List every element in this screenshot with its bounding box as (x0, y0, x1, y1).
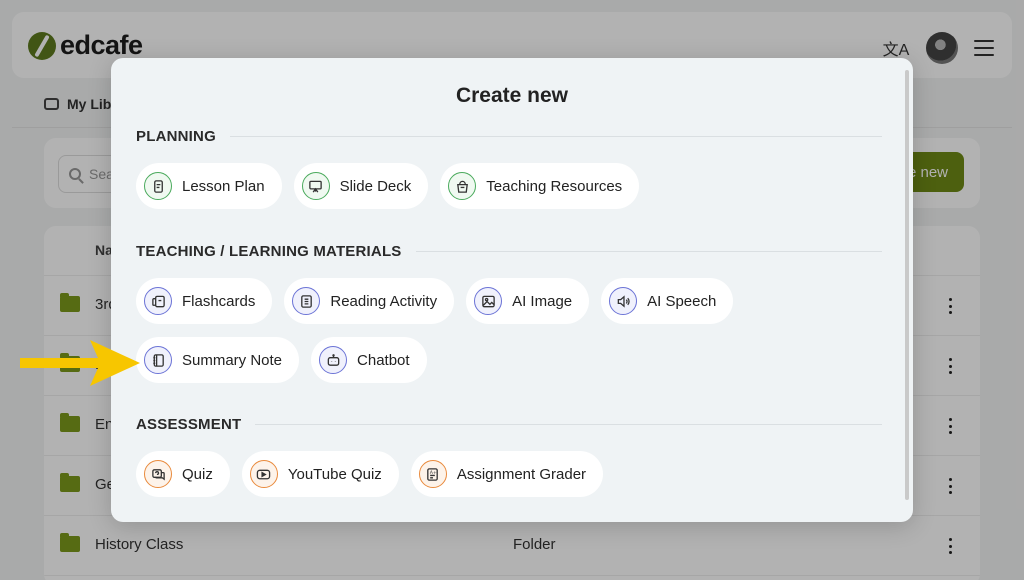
option-reading-activity[interactable]: Reading Activity (284, 278, 455, 324)
option-slide-deck[interactable]: Slide Deck (293, 163, 429, 209)
quiz-icon (144, 460, 172, 488)
modal-scrollbar[interactable] (905, 70, 909, 500)
option-label: Summary Note (182, 351, 283, 369)
option-quiz[interactable]: Quiz (136, 451, 230, 497)
flashcards-icon (144, 287, 172, 315)
section-teaching-learning-materials: TEACHING / LEARNING MATERIALS Flashcards R… (136, 241, 882, 383)
section-divider (415, 250, 882, 252)
option-ai-image[interactable]: AI Image (466, 278, 590, 324)
speaker-icon (609, 287, 638, 315)
robot-icon (319, 346, 348, 374)
option-label: Flashcards (182, 292, 256, 310)
lesson-plan-icon (144, 172, 172, 200)
section-header: TEACHING / LEARNING MATERIALS (136, 241, 882, 261)
create-new-modal: Create new PLANNING Lesson Plan Slide Deck… (111, 58, 913, 522)
chip-row: Flashcards Reading Activity AI Image AI Spe… (136, 278, 882, 324)
section-title: ASSESSMENT (136, 415, 242, 433)
option-ai-speech[interactable]: AI Speech (601, 278, 734, 324)
option-label: AI Speech (647, 292, 717, 310)
option-label: YouTube Quiz (287, 465, 382, 483)
slide-deck-icon (301, 172, 330, 200)
teaching-resources-icon (448, 172, 477, 200)
section-title: TEACHING / LEARNING MATERIALS (136, 242, 402, 260)
section-title: PLANNING (136, 127, 216, 145)
option-chatbot[interactable]: Chatbot (311, 337, 427, 383)
option-assignment-grader[interactable]: A+ Assignment Grader (410, 451, 604, 497)
reading-activity-icon (292, 287, 321, 315)
pointer-arrow-icon (20, 340, 140, 386)
section-planning: PLANNING Lesson Plan Slide Deck Teaching Re… (136, 126, 882, 209)
grader-icon: A+ (418, 460, 447, 488)
section-header: PLANNING (136, 126, 882, 146)
youtube-icon (249, 460, 278, 488)
option-label: AI Image (512, 292, 573, 310)
section-assessment: ASSESSMENT Quiz YouTube Quiz A+ Assignment G… (136, 414, 882, 497)
section-divider (255, 423, 882, 425)
modal-title: Create new (455, 84, 569, 107)
image-icon (474, 287, 503, 315)
option-label: Teaching Resources (486, 177, 623, 195)
notebook-icon (144, 346, 172, 374)
section-header: ASSESSMENT (136, 414, 882, 434)
chip-row: Summary Note Chatbot (136, 337, 882, 383)
chip-row: Lesson Plan Slide Deck Teaching Resources (136, 163, 882, 209)
option-label: Chatbot (357, 351, 410, 369)
section-divider (229, 135, 882, 137)
option-label: Slide Deck (339, 177, 412, 195)
option-summary-note[interactable]: Summary Note (136, 337, 300, 383)
option-flashcards[interactable]: Flashcards (136, 278, 273, 324)
option-label: Assignment Grader (456, 465, 587, 483)
option-label: Lesson Plan (182, 177, 265, 195)
option-youtube-quiz[interactable]: YouTube Quiz (241, 451, 399, 497)
option-lesson-plan[interactable]: Lesson Plan (136, 163, 282, 209)
option-teaching-resources[interactable]: Teaching Resources (440, 163, 640, 209)
svg-text:A+: A+ (430, 469, 437, 475)
chip-row: Quiz YouTube Quiz A+ Assignment Grader (136, 451, 882, 497)
option-label: Reading Activity (330, 292, 438, 310)
option-label: Quiz (182, 465, 213, 483)
